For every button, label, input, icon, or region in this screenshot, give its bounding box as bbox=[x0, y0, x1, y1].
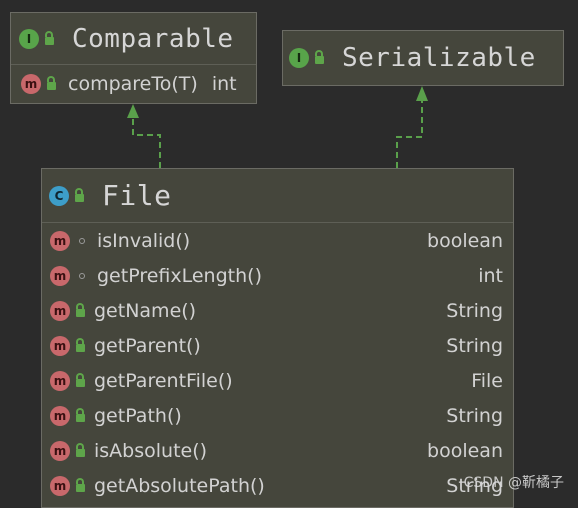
edge-arrowhead-serializable bbox=[416, 86, 428, 101]
member-name: getPrefixLength() bbox=[97, 264, 262, 287]
edge-file-comparable bbox=[127, 104, 161, 168]
member-name: isAbsolute() bbox=[94, 439, 208, 462]
comparable-header: I Comparable bbox=[11, 13, 256, 64]
public-lock-icon bbox=[76, 442, 85, 457]
method-icon: m bbox=[50, 335, 70, 356]
package-visibility-icon bbox=[79, 272, 85, 279]
member-type: String bbox=[446, 404, 503, 427]
method-icon: m bbox=[50, 405, 70, 426]
public-lock-icon bbox=[75, 187, 84, 202]
method-icon: m bbox=[50, 370, 70, 391]
file-member-getName[interactable]: m getName() String bbox=[42, 293, 513, 328]
file-header: C File bbox=[42, 169, 513, 222]
public-lock-icon bbox=[76, 372, 85, 387]
public-lock-icon bbox=[76, 407, 85, 422]
file-member-getPath[interactable]: m getPath() String bbox=[42, 398, 513, 433]
class-icon: C bbox=[49, 185, 69, 206]
method-icon: m bbox=[50, 440, 70, 461]
file-member-isAbsolute[interactable]: m isAbsolute() boolean bbox=[42, 433, 513, 468]
member-name: getName() bbox=[94, 299, 197, 322]
comparable-member-compareTo[interactable]: m compareTo(T) int bbox=[11, 65, 256, 103]
file-node[interactable]: C File m isInvalid() boolean m getPrefix… bbox=[41, 168, 514, 508]
serializable-title: Serializable bbox=[342, 43, 536, 73]
file-member-getPrefixLength[interactable]: m getPrefixLength() int bbox=[42, 258, 513, 293]
comparable-node[interactable]: I Comparable m compareTo(T) int bbox=[10, 12, 257, 104]
file-title: File bbox=[102, 179, 172, 212]
public-lock-icon bbox=[315, 50, 324, 64]
edge-file-serializable bbox=[396, 86, 428, 168]
member-type: int bbox=[211, 73, 237, 95]
interface-icon: I bbox=[19, 28, 39, 49]
member-name: getPath() bbox=[94, 404, 182, 427]
edge-line-file-comparable bbox=[132, 118, 161, 168]
public-lock-icon bbox=[76, 477, 85, 492]
serializable-node[interactable]: I Serializable bbox=[282, 30, 564, 86]
file-member-getParent[interactable]: m getParent() String bbox=[42, 328, 513, 363]
method-icon: m bbox=[50, 230, 70, 251]
member-type: String bbox=[446, 334, 503, 357]
edge-arrowhead-comparable bbox=[127, 104, 139, 118]
member-type: boolean bbox=[427, 229, 503, 252]
member-name: compareTo(T) bbox=[68, 73, 198, 95]
method-icon: m bbox=[50, 475, 70, 496]
file-member-getAbsolutePath[interactable]: m getAbsolutePath() String bbox=[42, 468, 513, 503]
method-icon: m bbox=[50, 300, 70, 321]
interface-icon: I bbox=[289, 48, 309, 68]
method-icon: m bbox=[50, 265, 70, 286]
public-lock-icon bbox=[45, 30, 54, 45]
member-name: getAbsolutePath() bbox=[94, 474, 265, 497]
file-member-getParentFile[interactable]: m getParentFile() File bbox=[42, 363, 513, 398]
member-name: getParent() bbox=[94, 334, 201, 357]
member-name: getParentFile() bbox=[94, 369, 233, 392]
comparable-title: Comparable bbox=[72, 23, 234, 54]
member-type: int bbox=[478, 264, 503, 287]
member-name: isInvalid() bbox=[97, 229, 191, 252]
public-lock-icon bbox=[76, 302, 85, 317]
member-type: File bbox=[471, 369, 503, 392]
member-type: String bbox=[446, 299, 503, 322]
file-member-isInvalid[interactable]: m isInvalid() boolean bbox=[42, 223, 513, 258]
edge-line-file-serializable bbox=[396, 101, 423, 168]
method-icon: m bbox=[21, 74, 41, 94]
public-lock-icon bbox=[76, 337, 85, 352]
serializable-header: I Serializable bbox=[283, 31, 563, 85]
watermark: CSDN @靳橘子 bbox=[463, 475, 564, 491]
package-visibility-icon bbox=[79, 237, 85, 244]
member-type: boolean bbox=[427, 439, 503, 462]
public-lock-icon bbox=[47, 76, 56, 90]
